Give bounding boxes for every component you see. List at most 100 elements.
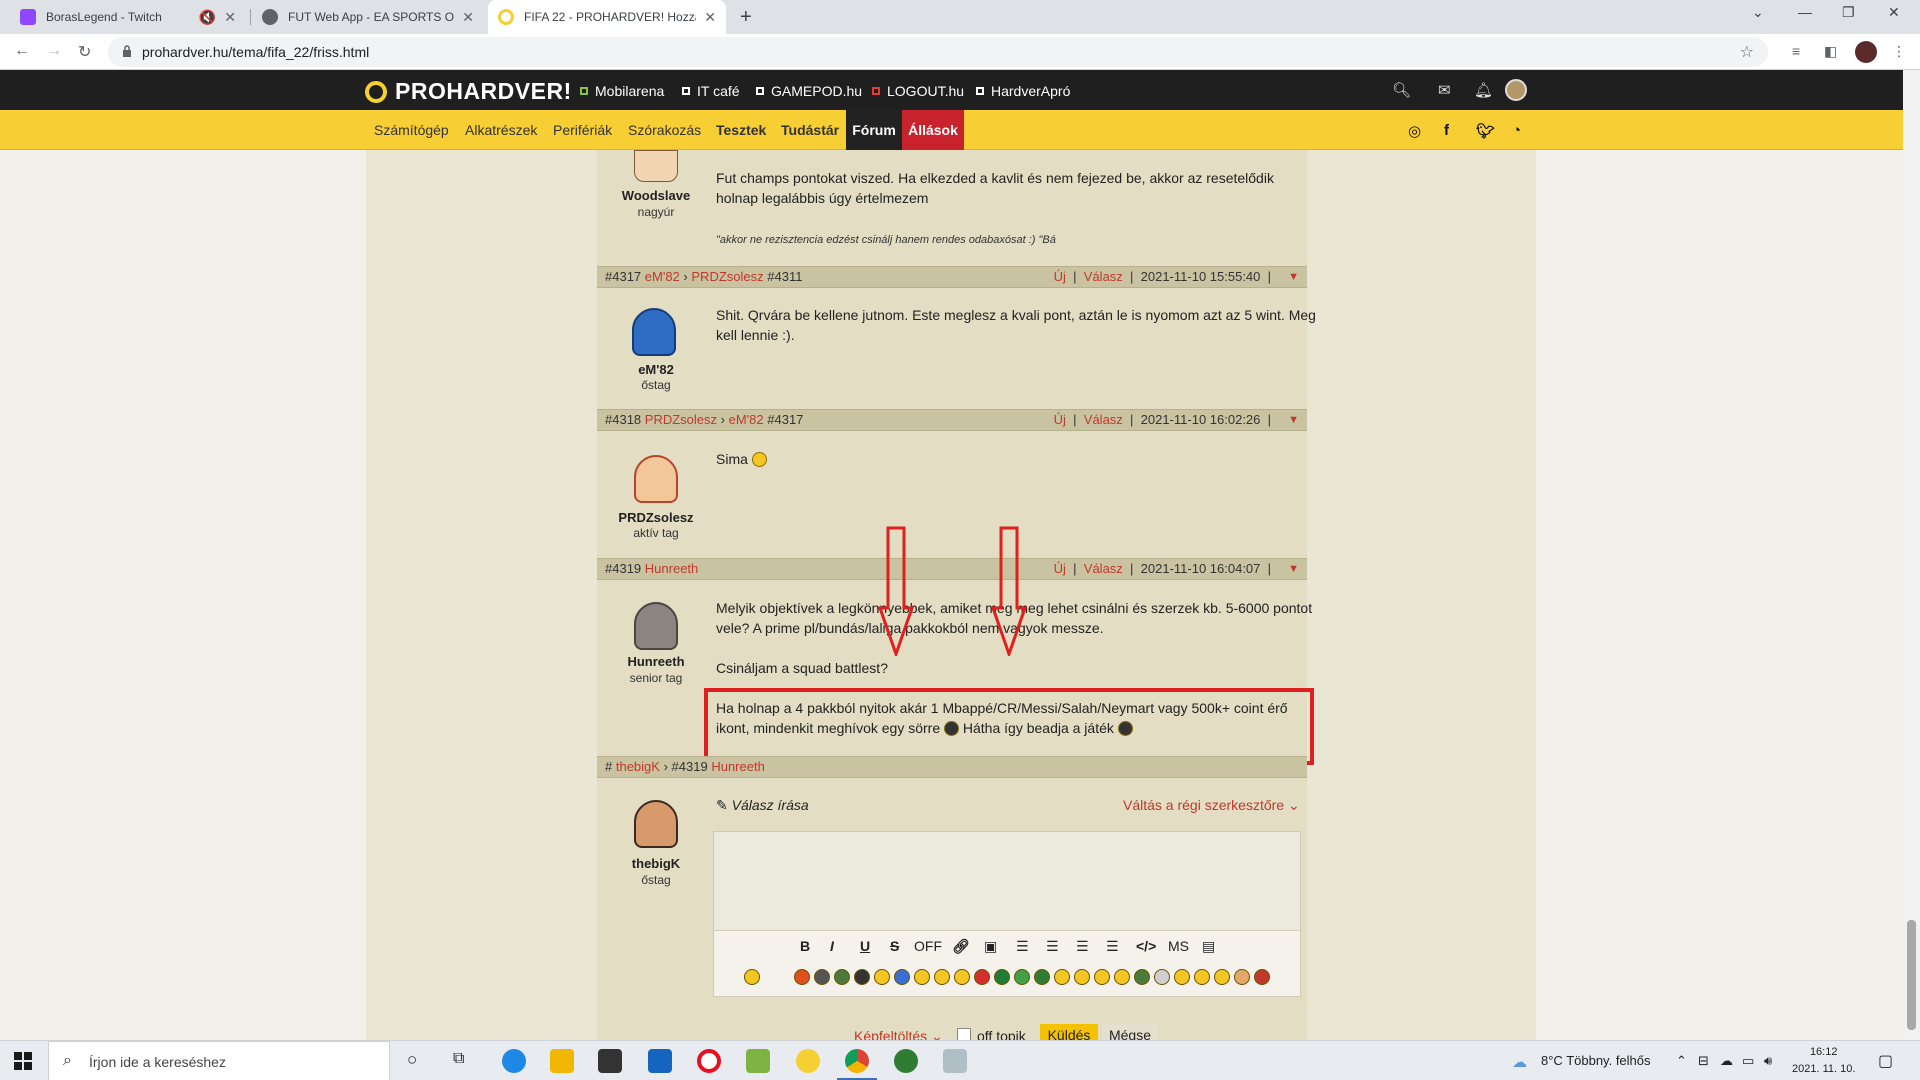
fut-app-icon[interactable] <box>894 1049 918 1073</box>
chrome-icon[interactable] <box>845 1049 869 1073</box>
user-avatar[interactable] <box>1505 79 1527 101</box>
smiley-icon[interactable] <box>994 969 1010 985</box>
reply-author[interactable]: thebigK <box>616 759 660 774</box>
tab-search-icon[interactable]: ⌄ <box>1752 4 1764 21</box>
post-author[interactable]: Hunreeth <box>645 561 698 576</box>
weather-text[interactable]: 8°C Többny. felhős <box>1541 1053 1651 1068</box>
italic-button[interactable]: I <box>830 938 834 954</box>
close-tab-icon[interactable]: ✕ <box>224 9 236 26</box>
avatar-woodslave[interactable] <box>634 150 678 182</box>
bookmark-star-icon[interactable]: ☆ <box>1740 42 1754 62</box>
menu-dots-icon[interactable]: ⋮ <box>1892 43 1906 60</box>
sister-link-mobilarena[interactable]: Mobilarena <box>580 83 664 99</box>
notification-icon[interactable]: ▢ <box>1878 1051 1893 1071</box>
smiley-icon[interactable] <box>1174 969 1190 985</box>
monitor-icon[interactable]: ▭ <box>1742 1053 1754 1069</box>
prohardver-app-icon[interactable] <box>796 1049 820 1073</box>
smiley-icon[interactable] <box>874 969 890 985</box>
tab-twitch[interactable]: BorasLegend - Twitch 🔇 ✕ <box>10 0 246 34</box>
align-right-icon[interactable]: ☰ <box>1076 938 1089 955</box>
task-view-icon[interactable]: ⧉ <box>453 1050 464 1068</box>
sister-link-gamepod[interactable]: GAMEPOD.hu <box>756 83 862 99</box>
avatar-thebigk[interactable] <box>634 800 678 848</box>
profile-avatar[interactable] <box>1855 41 1877 63</box>
smiley-icon[interactable] <box>1254 969 1270 985</box>
facebook-icon[interactable]: f <box>1444 122 1449 139</box>
edge-icon[interactable] <box>502 1049 526 1073</box>
address-bar[interactable]: prohardver.hu/tema/fifa_22/friss.html ☆ <box>108 37 1768 67</box>
reply-to-number[interactable]: #4317 <box>767 412 803 427</box>
restore-icon[interactable]: ❐ <box>1842 4 1855 21</box>
avatar-em82[interactable] <box>632 308 676 356</box>
rss-icon[interactable]: ◔ <box>1512 122 1521 139</box>
windows-start-icon[interactable] <box>14 1052 32 1070</box>
cortana-icon[interactable]: ○ <box>407 1050 417 1070</box>
weather-icon[interactable]: ☁ <box>1512 1053 1527 1071</box>
forward-icon[interactable]: → <box>46 42 62 60</box>
reload-icon[interactable]: ↻ <box>78 42 91 62</box>
reply-link[interactable]: Válasz <box>1084 269 1123 284</box>
nav-periferiak[interactable]: Perifériák <box>553 122 612 138</box>
sister-link-logout[interactable]: LOGOUT.hu <box>872 83 964 99</box>
reading-list-icon[interactable]: ≡ <box>1792 43 1800 59</box>
mute-icon[interactable]: 🔇 <box>199 9 216 26</box>
new-link[interactable]: Új <box>1054 561 1066 576</box>
tab-prohardver[interactable]: FIFA 22 - PROHARDVER! Hozzász ✕ <box>488 0 726 34</box>
reply-to-number[interactable]: #4319 <box>672 759 708 774</box>
code-icon[interactable]: </> <box>1136 938 1156 954</box>
smiley-icon[interactable] <box>914 969 930 985</box>
align-justify-icon[interactable]: ☰ <box>1106 938 1119 955</box>
new-link[interactable]: Új <box>1054 412 1066 427</box>
reply-textarea[interactable] <box>713 831 1301 931</box>
post-number[interactable]: #4318 <box>605 412 641 427</box>
smiley-icon[interactable] <box>1234 969 1250 985</box>
strike-button[interactable]: S <box>890 938 899 954</box>
smiley-icon[interactable] <box>934 969 950 985</box>
post-author[interactable]: PRDZsolesz <box>645 412 717 427</box>
smiley-icon[interactable] <box>1194 969 1210 985</box>
smiley-icon[interactable] <box>954 969 970 985</box>
smiley-icon[interactable] <box>894 969 910 985</box>
alien-smiley-icon[interactable] <box>1154 969 1170 985</box>
smiley-icon[interactable] <box>1214 969 1230 985</box>
ms-button[interactable]: MS <box>1168 938 1189 954</box>
paint-app-icon[interactable] <box>943 1049 967 1073</box>
reply-username[interactable]: thebigK <box>601 856 711 871</box>
underline-button[interactable]: U <box>860 938 870 954</box>
post-number[interactable]: #4317 <box>605 269 641 284</box>
reply-link[interactable]: Válasz <box>1084 561 1123 576</box>
nav-forum[interactable]: Fórum <box>846 110 902 150</box>
bell-icon[interactable]: 🔔︎ <box>1474 81 1493 99</box>
reply-to-user[interactable]: Hunreeth <box>711 759 764 774</box>
post-author[interactable]: eM'82 <box>645 269 680 284</box>
nav-tesztek[interactable]: Tesztek <box>716 122 766 138</box>
smiley-icon[interactable] <box>1094 969 1110 985</box>
chevron-down-icon[interactable]: ▼ <box>1288 559 1299 579</box>
smiley-icon[interactable] <box>1114 969 1130 985</box>
reply-link[interactable]: Válasz <box>1084 412 1123 427</box>
bold-button[interactable]: B <box>800 938 810 954</box>
search-icon[interactable]: 🔍︎ <box>1392 81 1411 99</box>
smiley-icon[interactable] <box>1034 969 1050 985</box>
store-icon[interactable] <box>598 1049 622 1073</box>
taskbar-clock[interactable]: 16:12 2021. 11. 10. <box>1792 1044 1855 1078</box>
new-link[interactable]: Új <box>1054 269 1066 284</box>
post-username[interactable]: Hunreeth <box>601 654 711 669</box>
offtopic-button[interactable]: OFF <box>914 938 942 954</box>
tab-fut-web-app[interactable]: FUT Web App - EA SPORTS Offici ✕ <box>252 0 484 34</box>
back-icon[interactable]: ← <box>14 42 30 60</box>
switch-editor-link[interactable]: Váltás a régi szerkesztőre ⌄ <box>1123 797 1300 814</box>
scrollbar-thumb[interactable] <box>1907 920 1916 1030</box>
smiley-icon[interactable] <box>1054 969 1070 985</box>
volume-icon[interactable]: 🔊︎ <box>1764 1053 1772 1069</box>
smiley-icon[interactable] <box>854 969 870 985</box>
minimize-icon[interactable]: — <box>1798 4 1812 20</box>
prohardver-logo[interactable]: PROHARDVER! <box>365 78 572 105</box>
mail-app-icon[interactable] <box>648 1049 672 1073</box>
sister-link-hardverapro[interactable]: HardverApró <box>976 83 1070 99</box>
sister-link-itcafe[interactable]: IT café <box>682 83 740 99</box>
reply-to-number[interactable]: #4311 <box>767 269 802 284</box>
mail-icon[interactable]: ✉ <box>1438 81 1451 99</box>
smiley-icon[interactable] <box>744 969 760 985</box>
beer-smiley-icon[interactable] <box>814 969 830 985</box>
